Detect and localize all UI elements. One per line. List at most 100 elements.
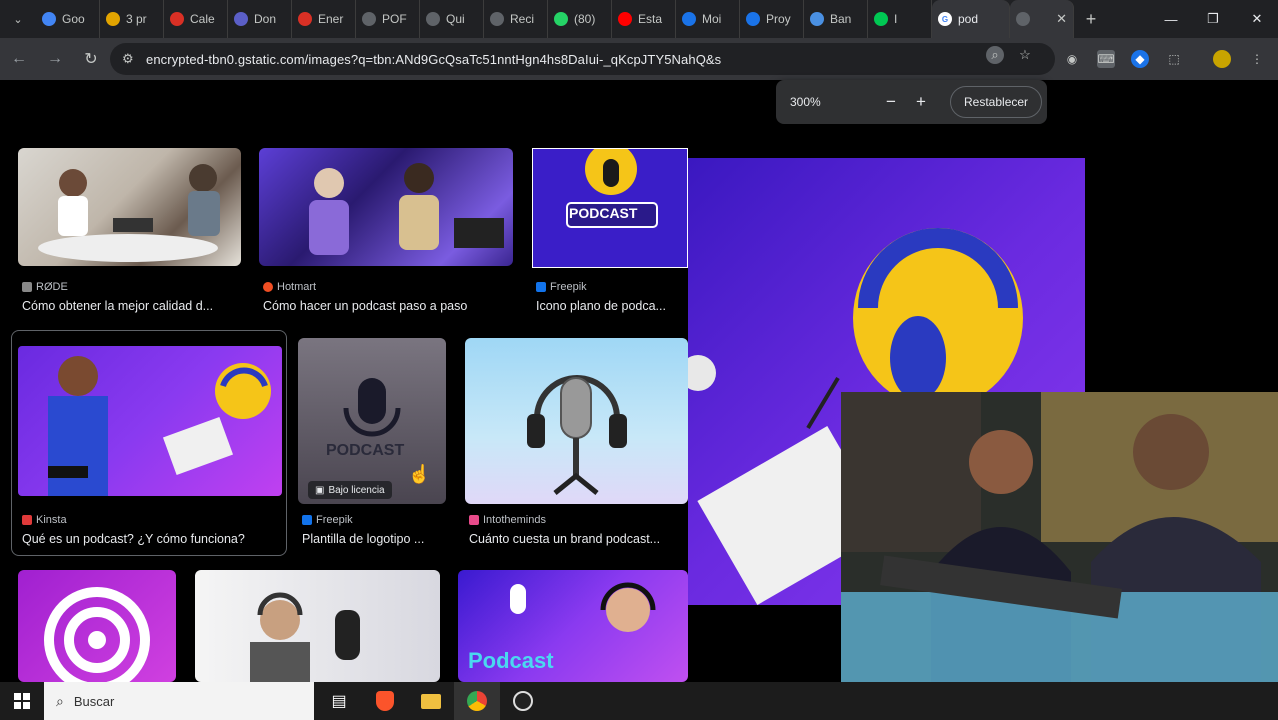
tab-label: Esta [638, 12, 663, 26]
tab[interactable]: (80) [548, 0, 612, 38]
reload-button[interactable]: ↻ [74, 42, 108, 76]
result-title[interactable]: Icono plano de podca... [536, 299, 666, 313]
podcast-hosts-image [309, 163, 504, 255]
extension-icon[interactable]: ◆ [1131, 50, 1149, 68]
tab-label: 3 pr [126, 12, 147, 26]
podcast-signal-icon [44, 587, 150, 682]
chrome-icon[interactable] [454, 682, 500, 720]
source-freepik[interactable]: Freepik [536, 281, 587, 293]
menu-icon[interactable]: ⋮ [1248, 50, 1266, 68]
tab-loading[interactable]: ✕ [1010, 0, 1074, 38]
source-freepik-2[interactable]: Freepik [302, 514, 353, 526]
source-rode[interactable]: RØDE [22, 281, 68, 293]
tab[interactable]: 3 pr [100, 0, 164, 38]
result-image-podcast-woman[interactable]: Podcast [458, 570, 688, 682]
tab-label: Ener [318, 12, 344, 26]
tab[interactable]: Cale [164, 0, 228, 38]
camera-extension-icon[interactable]: ◉ [1063, 50, 1081, 68]
forward-button[interactable]: → [38, 42, 72, 76]
bookmark-star-icon[interactable]: ☆ [1016, 46, 1034, 64]
tab-label: (80) [574, 12, 596, 26]
result-title[interactable]: Plantilla de logotipo ... [302, 532, 424, 546]
freepik-logo-icon [302, 515, 312, 525]
result-title[interactable]: Cómo hacer un podcast paso a paso [263, 299, 467, 313]
source-label: Intotheminds [483, 514, 546, 526]
tab-active[interactable]: G pod [932, 0, 1010, 38]
tab[interactable]: Reci [484, 0, 548, 38]
result-image-freepik-icon[interactable]: PODCAST [532, 148, 688, 268]
close-tab-icon[interactable]: ✕ [1056, 11, 1067, 27]
tab[interactable]: Proy [740, 0, 804, 38]
tab-favicon-icon [234, 12, 248, 26]
address-bar[interactable]: ⚙ encrypted-tbn0.gstatic.com/images?q=tb… [110, 43, 1055, 75]
search-icon: ⌕ [56, 692, 64, 709]
result-title[interactable]: Cuánto cuesta un brand podcast... [469, 532, 660, 546]
tab[interactable]: Ban [804, 0, 868, 38]
back-button[interactable]: ← [2, 42, 36, 76]
file-explorer-icon[interactable] [408, 682, 454, 720]
result-image-hotmart[interactable] [259, 148, 513, 266]
code-extension-icon[interactable]: ⌨ [1097, 50, 1115, 68]
zoom-out-button[interactable]: − [876, 92, 906, 112]
profile-avatar[interactable] [1213, 50, 1231, 68]
source-label: RØDE [36, 281, 68, 293]
tab[interactable]: Don [228, 0, 292, 38]
freepik-logo-icon [536, 282, 546, 292]
tab-label: Cale [190, 12, 215, 26]
webcam-overlay [841, 392, 1278, 682]
minimize-button[interactable]: — [1150, 0, 1192, 38]
task-view-icon[interactable]: ▤ [316, 682, 362, 720]
source-kinsta[interactable]: Kinsta [22, 514, 67, 526]
globe-icon [1016, 12, 1030, 26]
close-window-button[interactable]: ✕ [1236, 0, 1278, 38]
start-button[interactable] [0, 682, 44, 720]
tab-strip: ⌄ Goo 3 pr Cale Don Ener POF Qui Reci (80) Esta Mo… [0, 0, 1278, 38]
windows-icon [14, 693, 30, 709]
tab-favicon-icon [170, 12, 184, 26]
tab[interactable]: Goo [36, 0, 100, 38]
page-content: PODCAST RØDE Cómo obtener la mejor calid… [0, 80, 1278, 682]
url-text[interactable]: encrypted-tbn0.gstatic.com/images?q=tbn:… [146, 52, 721, 67]
source-hotmart[interactable]: Hotmart [263, 281, 316, 293]
tab-label: Proy [766, 12, 791, 26]
source-intotheminds[interactable]: Intotheminds [469, 514, 546, 526]
taskbar-search[interactable]: ⌕ Buscar [44, 682, 314, 720]
brave-browser-icon[interactable] [362, 682, 408, 720]
tab-favicon-icon [554, 12, 568, 26]
tab[interactable]: Ener [292, 0, 356, 38]
tab[interactable]: Moi [676, 0, 740, 38]
result-image-intotheminds[interactable] [465, 338, 688, 504]
tab-label: Reci [510, 12, 535, 26]
tab-favicon-icon [682, 12, 696, 26]
tab-search-chevron-icon[interactable]: ⌄ [0, 0, 36, 38]
hotmart-logo-icon [263, 282, 273, 292]
licensed-badge[interactable]: ▣ Bajo licencia [308, 481, 392, 499]
result-title[interactable]: Qué es un podcast? ¿Y cómo funciona? [22, 532, 245, 546]
restore-button[interactable]: ❐ [1192, 0, 1234, 38]
tab[interactable]: Qui [420, 0, 484, 38]
tab[interactable]: Esta [612, 0, 676, 38]
tab[interactable]: I [868, 0, 932, 38]
google-icon: G [938, 12, 952, 26]
result-image-rode[interactable] [18, 148, 241, 266]
result-image-man-mic[interactable] [195, 570, 440, 682]
source-label: Hotmart [277, 281, 317, 293]
source-label: Kinsta [36, 514, 67, 526]
result-title[interactable]: Cómo obtener la mejor calidad d... [22, 299, 213, 313]
podcast-studio-image [38, 164, 220, 262]
extensions-puzzle-icon[interactable]: ⬚ [1165, 50, 1183, 68]
browser-toolbar: ← → ↻ ⚙ encrypted-tbn0.gstatic.com/image… [0, 38, 1278, 80]
zoom-icon[interactable]: ⌕ [986, 46, 1004, 64]
tab-favicon-icon [106, 12, 120, 26]
obs-recorder-icon[interactable] [500, 682, 546, 720]
license-icon: ▣ [315, 484, 325, 496]
site-info-icon[interactable]: ⚙ [122, 51, 142, 67]
reset-zoom-button[interactable]: Restablecer [950, 86, 1043, 118]
tab[interactable]: POF [356, 0, 420, 38]
tab-favicon-icon [874, 12, 888, 26]
new-tab-button[interactable]: + [1074, 0, 1108, 38]
zoom-in-button[interactable]: + [906, 92, 936, 112]
result-image-kinsta[interactable] [18, 346, 282, 496]
tab-label: Ban [830, 12, 852, 26]
result-image-podcast-icon[interactable] [18, 570, 176, 682]
